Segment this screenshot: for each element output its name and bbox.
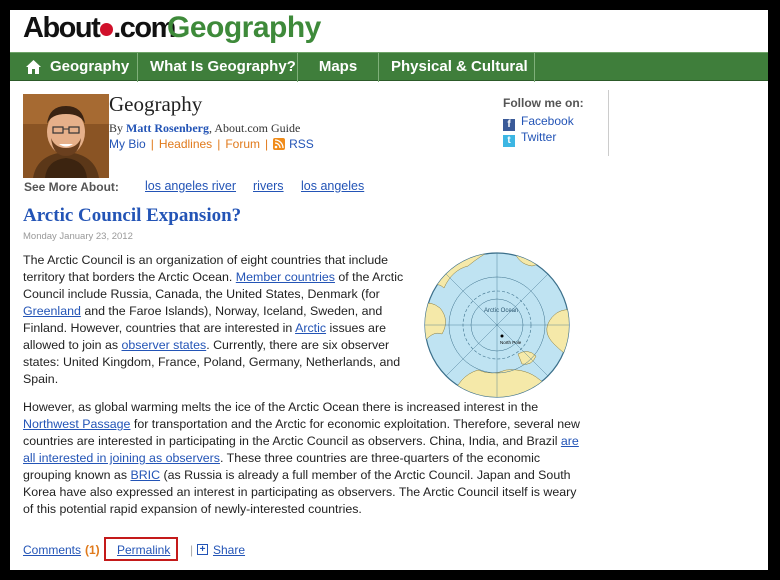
article-paragraph: However, as global warming melts the ice…	[23, 399, 588, 518]
nav-item-maps[interactable]: Maps	[298, 53, 379, 82]
nav-item-physical-cultural[interactable]: Physical & Cultural	[379, 53, 535, 82]
member-countries-link[interactable]: Member countries	[236, 270, 335, 284]
observer-states-link[interactable]: observer states	[122, 338, 207, 352]
twitter-link[interactable]: t Twitter	[503, 130, 556, 147]
article-paragraph: The Arctic Council is an organization of…	[23, 252, 418, 388]
guide-byline: By Matt Rosenberg, About.com Guide	[109, 121, 300, 136]
nav-item-label: Geography	[50, 58, 130, 75]
logo-dot-icon	[100, 23, 114, 36]
twitter-icon: t	[503, 135, 515, 147]
tag-link[interactable]: los angeles river	[145, 179, 236, 193]
guide-title: Geography	[109, 92, 203, 116]
masthead: About .com Geography	[10, 10, 768, 50]
home-icon	[26, 60, 41, 74]
see-more-label: See More About:	[24, 180, 119, 194]
rss-icon[interactable]	[273, 138, 286, 150]
link-separator: |	[217, 137, 221, 151]
rss-link[interactable]: RSS	[289, 137, 314, 151]
about-logo[interactable]: About .com	[23, 12, 176, 45]
greenland-link[interactable]: Greenland	[23, 304, 81, 318]
northwest-passage-link[interactable]: Northwest Passage	[23, 417, 130, 431]
link-separator: |	[264, 137, 269, 151]
guide-name-link[interactable]: Matt Rosenberg	[126, 121, 209, 135]
follow-label: Follow me on:	[503, 96, 584, 110]
twitter-label: Twitter	[521, 130, 557, 144]
link-separator: |	[190, 543, 194, 557]
tag-link[interactable]: los angeles	[301, 179, 364, 193]
guide-links: My Bio | Headlines | Forum | RSS	[109, 137, 314, 151]
guide-avatar[interactable]	[23, 94, 109, 178]
facebook-link[interactable]: f Facebook	[503, 114, 574, 131]
my-bio-link[interactable]: My Bio	[109, 137, 146, 151]
nav-item-geography[interactable]: Geography	[10, 53, 138, 82]
arctic-map-image[interactable]: Arctic Ocean North Pole	[422, 250, 572, 400]
map-label-ocean: Arctic Ocean	[484, 308, 518, 314]
browser-viewport: About .com Geography Geography What Is Ge…	[10, 10, 768, 570]
comment-count: (1)	[85, 543, 100, 557]
share-plus-icon[interactable]: +	[197, 544, 208, 555]
article-date: Monday January 23, 2012	[23, 231, 133, 242]
comments-link[interactable]: Comments	[23, 543, 81, 557]
headlines-link[interactable]: Headlines	[159, 137, 212, 151]
article-title[interactable]: Arctic Council Expansion?	[23, 205, 241, 227]
bric-link[interactable]: BRIC	[130, 468, 160, 482]
share-link[interactable]: Share	[213, 543, 245, 557]
map-label-pole: North Pole	[500, 340, 522, 345]
nav-item-what-is-geography[interactable]: What Is Geography?	[138, 53, 298, 82]
paragraph-text: However, as global warming melts the ice…	[23, 400, 539, 414]
about-logo-brand: About	[23, 12, 101, 44]
link-separator: |	[150, 137, 154, 151]
about-logo-tld: .com	[113, 12, 176, 44]
byline-suffix: , About.com Guide	[209, 121, 301, 135]
divider	[608, 90, 609, 156]
forum-link[interactable]: Forum	[225, 137, 260, 151]
byline-prefix: By	[109, 121, 127, 135]
permalink-link[interactable]: Permalink	[117, 543, 170, 557]
main-nav: Geography What Is Geography? Maps Physic…	[10, 52, 768, 82]
facebook-label: Facebook	[521, 114, 574, 128]
arctic-link[interactable]: Arctic	[295, 321, 326, 335]
tag-link[interactable]: rivers	[253, 179, 284, 193]
guide-photo-image	[23, 94, 109, 178]
section-logo[interactable]: Geography	[167, 11, 321, 45]
